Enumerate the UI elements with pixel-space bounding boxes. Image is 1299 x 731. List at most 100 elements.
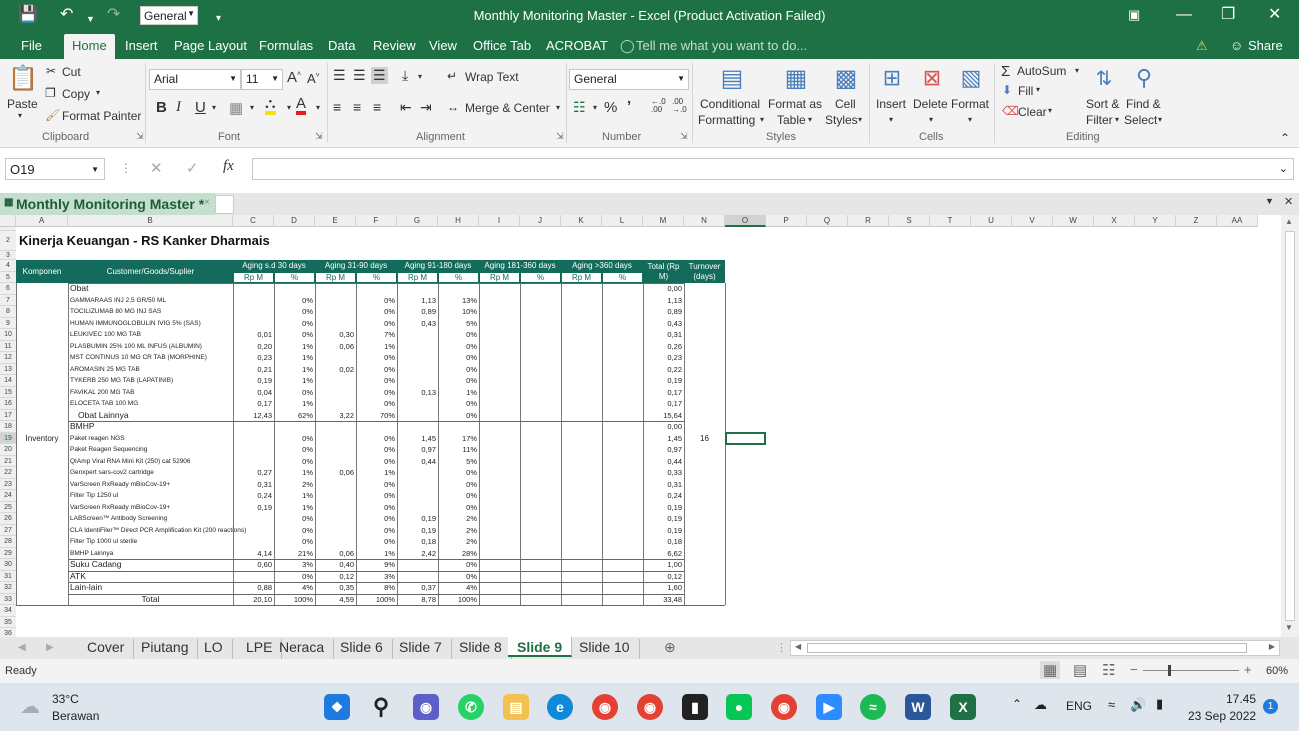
decrease-font-icon[interactable]: A˅ [307, 71, 320, 86]
row-header[interactable]: 6 [0, 283, 16, 295]
cut-button[interactable]: Cut [62, 65, 81, 79]
cell-value[interactable]: 2,42 [397, 548, 436, 560]
bold-icon[interactable]: B [156, 99, 167, 116]
cell-item[interactable]: ATK [70, 571, 86, 583]
cell-item[interactable]: Paket reagen NGS [70, 433, 125, 445]
cell-item[interactable]: MST CONTINUS 10 MG CR TAB (MORPHINE) [70, 352, 207, 364]
cell-value[interactable]: 5% [438, 456, 477, 468]
cell-value[interactable] [233, 456, 272, 468]
tab-review[interactable]: Review [373, 38, 416, 53]
cell-item[interactable]: Filter Tip 1250 ul [70, 490, 118, 502]
filter-label[interactable]: Filter [1086, 113, 1113, 127]
cell-value[interactable] [356, 421, 395, 433]
cell-value[interactable] [397, 571, 436, 583]
cell-value[interactable]: 11% [438, 444, 477, 456]
cell-value[interactable]: 0% [356, 536, 395, 548]
cell-value[interactable]: 0% [438, 571, 477, 583]
cell-item[interactable]: Suku Cadang [70, 559, 122, 571]
cell-value[interactable]: 0,19 [643, 502, 682, 514]
cell-value[interactable] [315, 525, 354, 537]
cell-value[interactable]: 15,64 [643, 410, 682, 422]
underline-icon[interactable]: U [195, 99, 206, 116]
cell-value[interactable]: 0,43 [643, 318, 682, 330]
cell-value[interactable]: 0,60 [233, 559, 272, 571]
cell-value[interactable] [315, 536, 354, 548]
file-explorer-icon[interactable]: ▤ [503, 694, 529, 720]
cell-value[interactable]: 3% [274, 559, 313, 571]
enter-icon[interactable]: ✓ [186, 159, 199, 177]
cell-value[interactable] [356, 283, 395, 295]
cell-value[interactable]: 1% [356, 341, 395, 353]
format-as-table-button[interactable]: Format as [768, 97, 822, 111]
cell-value[interactable]: 13% [438, 295, 477, 307]
zoom-slider[interactable] [1143, 670, 1239, 671]
sheet-title[interactable]: Kinerja Keuangan - RS Kanker Dharmais [19, 231, 270, 251]
conditional-formatting-button[interactable]: Conditional [700, 97, 760, 111]
cell-value[interactable]: 0% [356, 375, 395, 387]
cell-value[interactable] [397, 375, 436, 387]
cell-value[interactable] [315, 490, 354, 502]
cancel-icon[interactable]: ✕ [150, 159, 163, 177]
restore-icon[interactable]: ❐ [1221, 5, 1235, 25]
select-all-corner[interactable] [0, 215, 16, 227]
zoom-level[interactable]: 60% [1266, 665, 1288, 677]
zoom-app-icon[interactable]: ▶ [816, 694, 842, 720]
cell-value[interactable]: 0,44 [397, 456, 436, 468]
tab-list-icon[interactable]: ▼ [1265, 196, 1274, 206]
line-icon[interactable]: ● [726, 694, 752, 720]
ribbon-display-icon[interactable]: ▣ [1128, 5, 1140, 25]
cell-value[interactable]: 0,02 [315, 364, 354, 376]
row-header[interactable]: 32 [0, 582, 16, 594]
cell-value[interactable] [315, 502, 354, 514]
cell-value[interactable]: 1% [274, 364, 313, 376]
cell-value[interactable]: 1% [274, 341, 313, 353]
row-header[interactable]: 30 [0, 559, 16, 571]
column-header[interactable]: K [561, 215, 602, 227]
collapse-ribbon-icon[interactable]: ⌃ [1280, 131, 1290, 145]
cell-value[interactable] [315, 444, 354, 456]
cell-value[interactable]: 3,22 [315, 410, 354, 422]
format-cells-icon[interactable]: ▧ [955, 62, 987, 94]
share-button[interactable]: Share [1248, 38, 1283, 53]
cell-value[interactable] [438, 421, 477, 433]
cell-value[interactable] [397, 421, 436, 433]
align-top-icon[interactable]: ☰ [333, 67, 346, 84]
cell-value[interactable] [315, 421, 354, 433]
worksheet-grid[interactable]: A B C D E F G H I J K L M N O P Q R S T U V W X Y Z AA 2 3 4 5 6 7 8 9 10 1… [0, 215, 1281, 637]
row-header[interactable]: 27 [0, 524, 16, 536]
cell-value[interactable]: 2% [438, 525, 477, 537]
cell-value[interactable] [315, 318, 354, 330]
column-header[interactable]: E [315, 215, 356, 227]
cell-value[interactable]: 0% [438, 341, 477, 353]
cell-value[interactable]: 0,35 [315, 582, 354, 594]
tab-data[interactable]: Data [328, 38, 355, 53]
cell-value[interactable]: 0,06 [315, 341, 354, 353]
cell-value[interactable]: 2% [274, 479, 313, 491]
language-indicator[interactable]: ENG [1066, 699, 1092, 713]
decrease-decimal-icon[interactable]: .00 →.0 [672, 98, 687, 114]
cell-item[interactable]: HUMAN IMMUNOGLOBULIN IVIG 5% (SAS) [70, 318, 201, 330]
cell-item[interactable]: Lain-lain [70, 582, 102, 594]
cell-value[interactable] [397, 283, 436, 295]
column-header[interactable]: T [930, 215, 971, 227]
cell-value[interactable]: 1% [356, 548, 395, 560]
cell-value[interactable]: 62% [274, 410, 313, 422]
orientation-icon[interactable]: ⤓ [402, 67, 408, 84]
cell-value[interactable]: 0% [438, 410, 477, 422]
cell-value[interactable] [397, 410, 436, 422]
cell-value[interactable] [397, 467, 436, 479]
column-header[interactable]: O [725, 215, 766, 227]
column-header[interactable]: AA [1217, 215, 1258, 227]
cell-value[interactable]: 0% [438, 559, 477, 571]
cell-value[interactable] [397, 364, 436, 376]
minimize-icon[interactable]: — [1176, 5, 1192, 25]
name-box[interactable]: O19 ▼ [5, 158, 105, 180]
row-header[interactable]: 15 [0, 386, 16, 398]
borders-dropdown-icon[interactable]: ▾ [250, 103, 254, 112]
cell-value[interactable]: 7% [356, 329, 395, 341]
cell-value[interactable]: 0,31 [643, 329, 682, 341]
cell-value[interactable]: 0% [274, 536, 313, 548]
sheet-tab[interactable]: Cover [78, 639, 135, 659]
row-header[interactable]: 7 [0, 294, 16, 306]
workbook-tab[interactable]: ▦ Monthly Monitoring Master * × [0, 193, 215, 215]
